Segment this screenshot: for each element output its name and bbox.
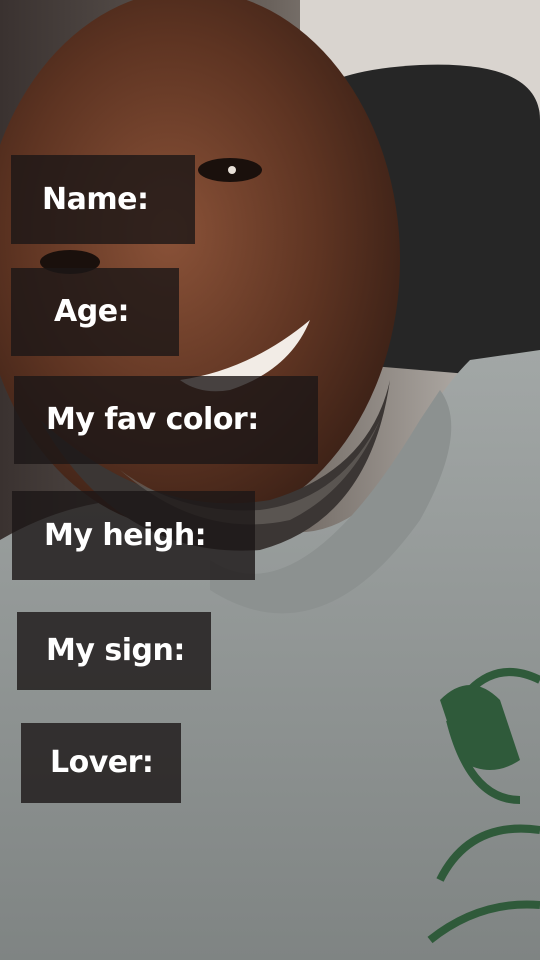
name-label-text: Name: <box>42 181 149 217</box>
height-label-text: My heigh: <box>44 517 207 553</box>
fav-color-label-text: My fav color: <box>46 402 259 437</box>
age-label-text: Age: <box>54 294 130 329</box>
sign-label: My sign: <box>17 612 211 690</box>
age-label: Age: <box>11 268 179 356</box>
height-label: My heigh: <box>12 491 255 580</box>
name-label: Name: <box>11 155 195 244</box>
background-photo <box>0 0 540 960</box>
fav-color-label: My fav color: <box>14 376 318 464</box>
lover-label-text: Lover: <box>50 745 154 780</box>
sign-label-text: My sign: <box>46 633 185 668</box>
lover-label: Lover: <box>21 723 181 803</box>
